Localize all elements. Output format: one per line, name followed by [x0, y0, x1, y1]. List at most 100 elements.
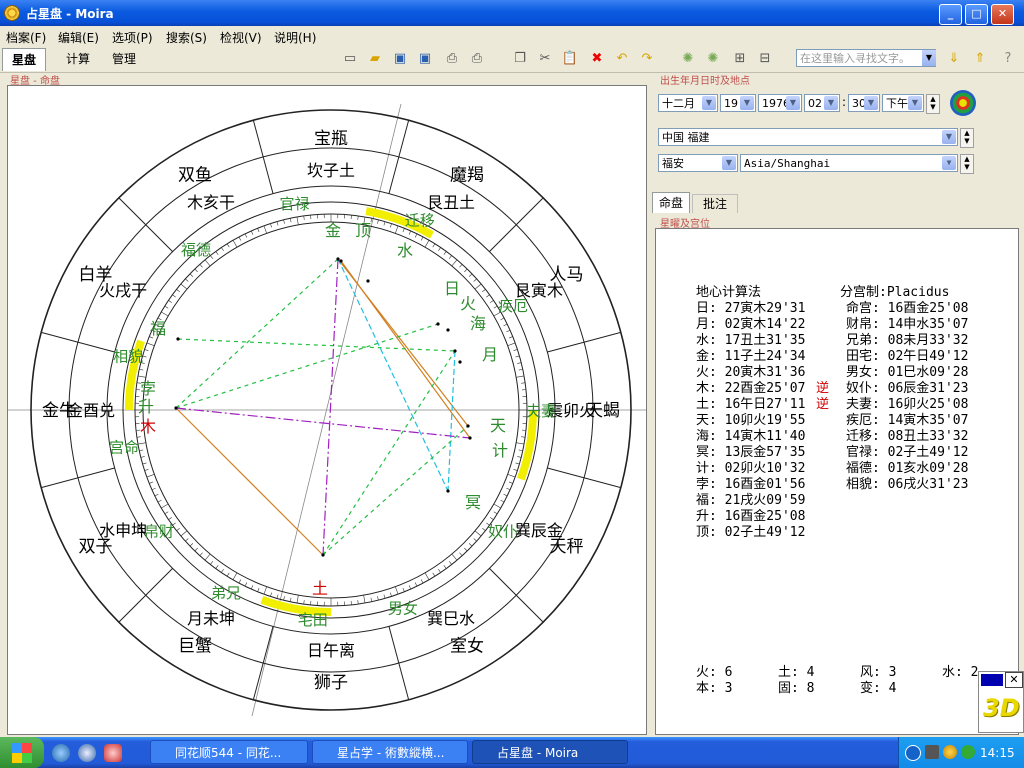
tray-app-icon[interactable]: [943, 745, 957, 759]
chart-canvas[interactable]: 宝瓶 魔羯 人马 天蝎 天秤 室女 狮子 巨蟹 双子 金牛 白羊 双鱼 坎子土 艮丑土 艮寅木 震卯火 巽辰金巽…: [7, 85, 647, 735]
month-select[interactable]: 十二月 ▼: [658, 94, 718, 112]
settings-icon[interactable]: ⊟: [755, 50, 775, 68]
degree-tick: [185, 538, 189, 542]
zodiac-sign-label: 巨蟹: [178, 637, 212, 657]
maximize-button[interactable]: □: [965, 4, 988, 25]
chart-compare-icon[interactable]: ✺: [703, 50, 723, 68]
tab-calculate[interactable]: 计算: [56, 48, 100, 70]
degree-tick: [518, 449, 523, 452]
cut-icon[interactable]: ✂: [535, 50, 555, 68]
degree-tick: [363, 595, 366, 604]
degree-tick: [420, 579, 424, 584]
tray-camera-icon[interactable]: [925, 745, 939, 759]
menu-view[interactable]: 检视(V): [220, 29, 262, 46]
open-folder-icon[interactable]: ▰: [365, 50, 385, 68]
degree-tick: [149, 481, 154, 484]
degree-tick: [176, 527, 180, 531]
degree-tick: [263, 225, 267, 234]
app-shortcut-icon[interactable]: [104, 744, 122, 762]
dropdown-icon[interactable]: ▼: [786, 96, 800, 110]
dropdown-icon[interactable]: ▼: [702, 96, 716, 110]
tab-notes[interactable]: 批注: [692, 194, 738, 213]
dropdown-icon[interactable]: ▼: [722, 156, 736, 170]
undo-icon[interactable]: ↶: [612, 50, 632, 68]
aspect-line: [177, 338, 456, 352]
chart-wheel-icon[interactable]: ✺: [678, 50, 698, 68]
hour-select[interactable]: 02 ▼: [804, 94, 840, 112]
chart-wheel-icon[interactable]: [950, 90, 976, 116]
paste-icon[interactable]: 📋: [560, 50, 580, 68]
ampm-select[interactable]: 下午 ▼: [882, 94, 924, 112]
minimize-button[interactable]: _: [939, 4, 962, 25]
menu-help[interactable]: 说明(H): [274, 29, 316, 46]
help-icon[interactable]: ?: [998, 50, 1018, 68]
aspect-line: [337, 258, 449, 492]
dropdown-icon[interactable]: ▼: [942, 130, 956, 144]
degree-tick: [490, 300, 494, 303]
find-down-icon[interactable]: ⇓: [944, 50, 964, 68]
copy-icon[interactable]: ❐: [510, 50, 530, 68]
year-select[interactable]: 1976 ▼: [758, 94, 802, 112]
dropdown-icon[interactable]: ▼: [824, 96, 838, 110]
degree-tick: [168, 300, 172, 303]
degree-tick: [257, 587, 260, 592]
tab-manage[interactable]: 管理: [102, 48, 146, 70]
timezone-spinner[interactable]: ▲ ▼: [960, 154, 974, 174]
menu-edit[interactable]: 编辑(E): [58, 29, 99, 46]
print-icon[interactable]: ⎙: [442, 50, 462, 68]
planet-dot: [339, 259, 343, 263]
search-dropdown-icon[interactable]: ▼: [922, 50, 936, 66]
menu-search[interactable]: 搜索(S): [166, 29, 207, 46]
dropdown-icon[interactable]: ▼: [908, 96, 922, 110]
degree-tick: [515, 462, 520, 465]
menu-file[interactable]: 档案(F): [6, 29, 46, 46]
find-up-icon[interactable]: ⇑: [970, 50, 990, 68]
degree-tick: [493, 305, 498, 309]
search-input[interactable]: 在这里输入寻找文字。: [796, 49, 936, 67]
day-select[interactable]: 19 ▼: [720, 94, 756, 112]
logo-close-icon[interactable]: ✕: [1005, 672, 1023, 688]
planet-row: 计: 02卯火10'32: [696, 461, 806, 476]
new-file-icon[interactable]: ▭: [340, 50, 360, 68]
province-spinner[interactable]: ▲ ▼: [960, 128, 974, 148]
ie-icon[interactable]: [52, 744, 70, 762]
method-label: 地心计算法: [696, 285, 762, 300]
planet-dot: [466, 424, 470, 428]
tab-chart[interactable]: 星盘: [2, 48, 46, 71]
taskbar-item-moira[interactable]: 占星盘 - Moira: [472, 740, 628, 764]
retrograde-mark: 逆: [816, 381, 830, 396]
taskbar-item-tonghuashun[interactable]: 同花顺544 - 同花...: [150, 740, 308, 764]
degree-tick: [137, 375, 146, 378]
close-button[interactable]: ✕: [991, 4, 1014, 25]
degree-tick: [474, 530, 482, 537]
planet-marker: 冥: [465, 493, 481, 512]
tray-back-icon[interactable]: [905, 745, 921, 761]
tab-natal-chart[interactable]: 命盘: [652, 192, 690, 213]
degree-tick: [215, 251, 219, 255]
grid-icon[interactable]: ⊞: [730, 50, 750, 68]
degree-tick: [176, 289, 180, 293]
logo-3d[interactable]: ✕ 3D: [978, 671, 1024, 733]
city-select[interactable]: 福安 ▼: [658, 154, 738, 172]
redo-icon[interactable]: ↷: [637, 50, 657, 68]
save-icon[interactable]: ▣: [390, 50, 410, 68]
time-spinner[interactable]: ▲ ▼: [926, 94, 940, 114]
dropdown-icon[interactable]: ▼: [864, 96, 878, 110]
save-all-icon[interactable]: ▣: [415, 50, 435, 68]
menu-options[interactable]: 选项(P): [112, 29, 153, 46]
taskbar-item-astrology-doc[interactable]: 星占学 - 術數縱横...: [312, 740, 468, 764]
time-colon: :: [842, 95, 847, 109]
tray-status-icon[interactable]: [961, 745, 975, 759]
minute-select[interactable]: 30 ▼: [848, 94, 880, 112]
planet-row: 木: 22酉金25'07: [696, 381, 806, 396]
timezone-select[interactable]: Asia/Shanghai ▼: [740, 154, 958, 172]
degree-tick: [395, 225, 399, 234]
province-select[interactable]: 中国 福建 ▼: [658, 128, 958, 146]
dropdown-icon[interactable]: ▼: [740, 96, 754, 110]
delete-icon[interactable]: ✖: [587, 50, 607, 68]
start-button[interactable]: [0, 737, 44, 768]
dropdown-icon[interactable]: ▼: [942, 156, 956, 170]
degree-tick: [161, 503, 169, 509]
media-icon[interactable]: [78, 744, 96, 762]
print-preview-icon[interactable]: ⎙: [467, 50, 487, 68]
